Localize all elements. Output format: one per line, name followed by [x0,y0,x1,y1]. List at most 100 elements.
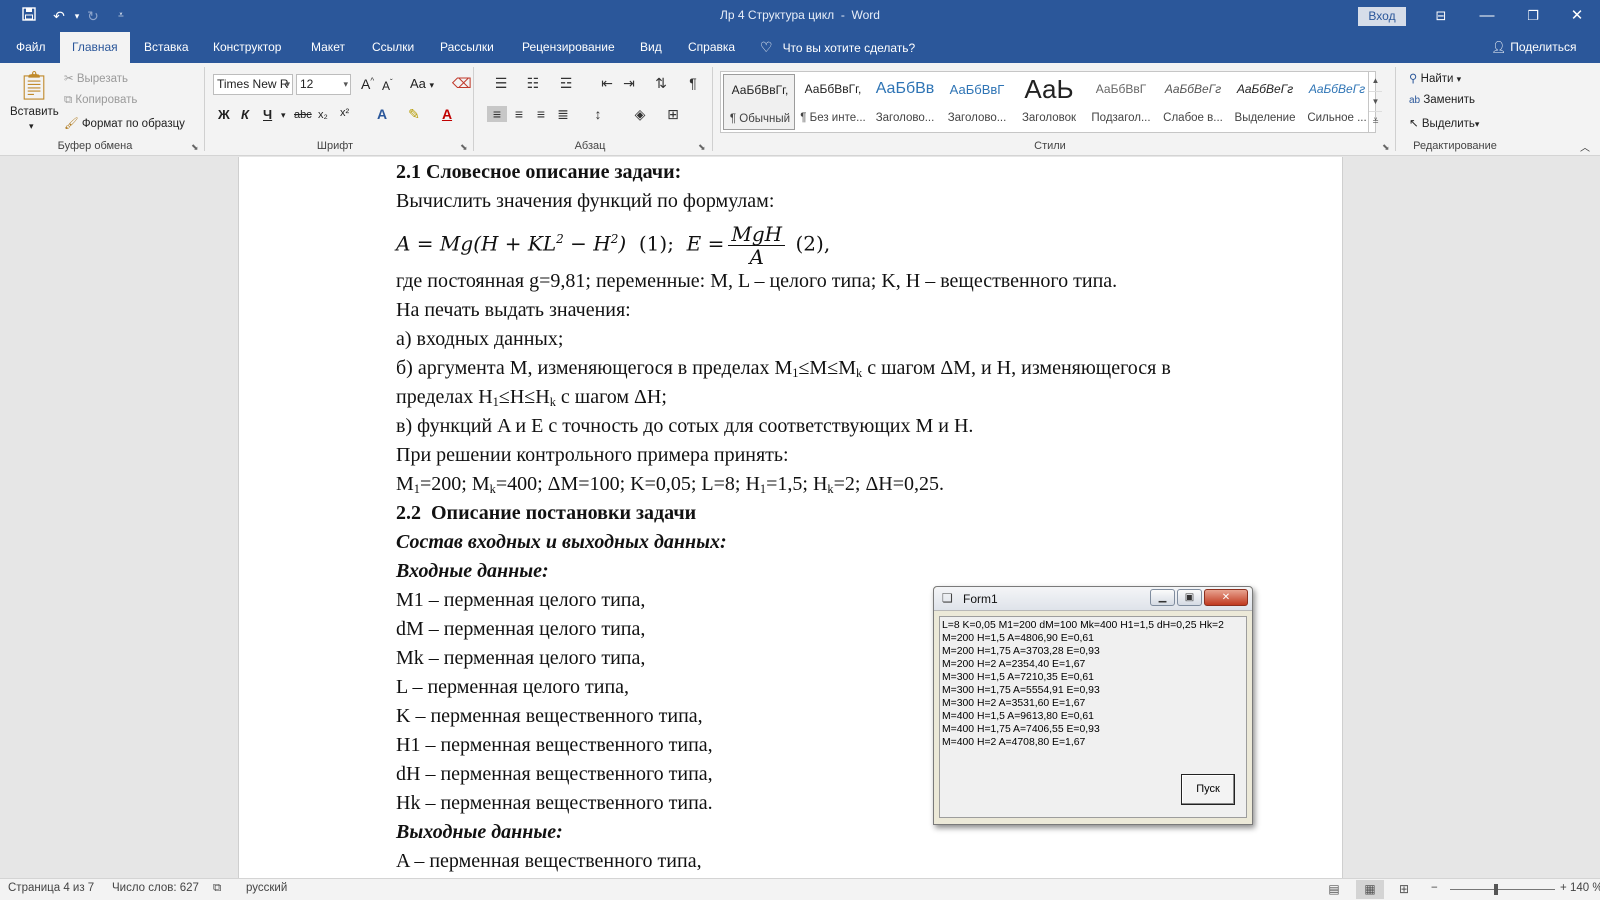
increase-indent-icon[interactable]: ⇥ [620,75,638,92]
form1-maximize-button[interactable]: ▣ [1177,589,1202,606]
share-button[interactable]: 👤︎ Поделиться [1491,32,1577,63]
tab-view[interactable]: Вид [628,32,674,63]
underline-button[interactable]: Ч [263,107,272,122]
styles-launcher-icon[interactable]: ⬊ [1382,142,1390,153]
signin-button[interactable]: Вход [1358,7,1406,26]
close-icon[interactable]: ✕ [1554,4,1600,28]
output-text: L=8 K=0,05 M1=200 dM=100 Mk=400 H1=1,5 d… [942,619,1244,749]
subheading: Состав входных и выходных данных: [396,531,727,553]
format-painter-button[interactable]: 🖌︎ Формат по образцу [64,116,185,130]
tab-file[interactable]: Файл [4,32,58,63]
numbering-icon[interactable]: ☷ [520,75,546,92]
chevron-up-icon[interactable]: ▲ [1369,71,1382,91]
font-size-combo[interactable]: 12 ▾ [296,74,351,95]
tab-mailings[interactable]: Рассылки [428,32,506,63]
justify-icon[interactable]: ≣ [553,106,573,123]
replace-button[interactable]: ab Заменить [1409,94,1475,106]
cut-button[interactable]: ✂ Вырезать [64,71,128,85]
style-heading-2[interactable]: АаБбВвГ Заголово... [941,74,1013,130]
decrease-indent-icon[interactable]: ⇤ [598,75,616,92]
ribbon-tabs: Файл Главная Вставка Конструктор Макет С… [0,32,1600,63]
style-title[interactable]: АаЬ Заголовок [1013,74,1085,130]
paste-icon[interactable]: 📋︎ [14,69,54,103]
form1-client-area: L=8 K=0,05 M1=200 dM=100 Mk=400 H1=1,5 d… [939,616,1247,818]
borders-icon[interactable]: ⊞ [660,106,686,123]
tab-home[interactable]: Главная [60,32,130,63]
align-center-icon[interactable]: ≡ [509,106,529,122]
run-button[interactable]: Пуск [1181,774,1235,805]
more-styles-icon[interactable]: ≚ [1369,111,1382,131]
style-intense-emphasis[interactable]: АаБбВеГг Сильное ... [1301,74,1373,130]
language-indicator[interactable]: русский [246,882,287,894]
subscript-button[interactable]: x₂ [318,109,328,121]
web-layout-icon[interactable]: ⊞ [1390,880,1418,899]
list-item: dM – перменная целого типа, [396,618,646,640]
grow-font-button[interactable]: A^ [361,76,374,92]
style-emphasis[interactable]: АаБбВеГг Выделение [1229,74,1301,130]
tab-design[interactable]: Конструктор [201,32,293,63]
style-heading-1[interactable]: АаБбВв Заголово... [869,74,941,130]
zoom-out-button[interactable]: − [1431,882,1438,894]
font-launcher-icon[interactable]: ⬊ [460,142,468,153]
form1-minimize-button[interactable]: ▁ [1150,589,1175,606]
word-count[interactable]: Число слов: 627 [112,882,199,894]
bullets-icon[interactable]: ☰ [488,75,514,92]
form1-close-button[interactable]: ✕ [1204,589,1248,606]
shading-icon[interactable]: ◈ [627,106,653,123]
list-item: H1 – перменная вещественного типа, [396,734,713,756]
paragraph: в) функций A и E с точность до сотых для… [396,415,974,437]
styles-scroll[interactable]: ▲ ▼ ≚ [1368,71,1382,133]
zoom-slider-thumb[interactable] [1494,884,1498,895]
ribbon-display-options-icon[interactable]: ⊟ [1418,4,1464,28]
tab-layout[interactable]: Макет [299,32,357,63]
align-right-icon[interactable]: ≡ [531,106,551,122]
style-normal[interactable]: АаБбВвГг, ¶ Обычный [723,74,795,130]
restore-icon[interactable]: ❐ [1510,4,1556,28]
clear-formatting-icon[interactable]: ⌫ [452,75,472,92]
paste-dropdown-icon[interactable]: ▾ [29,121,34,132]
text-effects-icon[interactable]: A [372,106,392,122]
style-no-spacing[interactable]: АаБбВвГг, ¶ Без инте... [797,74,869,130]
chevron-down-icon[interactable]: ▼ [1369,91,1382,111]
superscript-button[interactable]: x² [340,107,349,119]
style-subtle-emphasis[interactable]: АаБбВеГг Слабое в... [1157,74,1229,130]
sort-icon[interactable]: ⇅ [652,75,670,92]
tell-me-search[interactable]: ♡ Что вы хотите сделать? [760,32,915,63]
font-color-icon[interactable]: A [438,106,456,122]
italic-button[interactable]: К [241,107,249,122]
line-spacing-icon[interactable]: ↕ [585,106,611,122]
replace-icon: ab [1409,95,1421,106]
collapse-ribbon-icon[interactable]: ︿ [1578,139,1592,154]
chevron-down-icon: ▾ [1456,74,1462,84]
zoom-level[interactable]: 140 % [1570,882,1600,894]
tab-help[interactable]: Справка [676,32,747,63]
tab-review[interactable]: Рецензирование [510,32,627,63]
page-indicator[interactable]: Страница 4 из 7 [8,882,94,894]
paste-button[interactable]: Вставить [10,106,59,118]
read-mode-icon[interactable]: ▤ [1320,880,1348,899]
multilevel-list-icon[interactable]: ☲ [553,75,579,92]
align-left-icon[interactable]: ≡ [487,106,507,122]
bold-button[interactable]: Ж [218,107,230,122]
copy-button[interactable]: ⧉ Копировать [64,94,137,107]
form1-titlebar[interactable]: ❏ Form1 ▁ ▣ ✕ [934,587,1252,611]
minimize-icon[interactable]: — [1464,4,1510,28]
zoom-in-button[interactable]: + [1560,882,1567,894]
zoom-slider[interactable] [1450,889,1555,890]
pilcrow-icon[interactable]: ¶ [684,75,702,91]
print-layout-icon[interactable]: ▦ [1356,880,1384,899]
proofing-icon[interactable]: ⧉ [213,882,221,895]
find-button[interactable]: ⚲ Найти ▾ [1409,71,1461,85]
clipboard-launcher-icon[interactable]: ⬊ [191,142,199,153]
shrink-font-button[interactable]: Aˇ [382,78,393,93]
font-name-combo[interactable]: Times New R ▾ [213,74,293,95]
underline-dropdown-icon[interactable]: ▾ [281,110,286,121]
style-subtitle[interactable]: АаБбВвГ Подзагол... [1085,74,1157,130]
tab-insert[interactable]: Вставка [132,32,201,63]
paragraph-launcher-icon[interactable]: ⬊ [698,142,706,153]
highlight-icon[interactable]: ✎ [404,106,424,123]
tab-references[interactable]: Ссылки [360,32,426,63]
select-button[interactable]: ↖ Выделить▾ [1409,116,1479,130]
change-case-button[interactable]: Aa ▾ [410,76,434,91]
strikethrough-button[interactable]: abc [294,109,312,121]
